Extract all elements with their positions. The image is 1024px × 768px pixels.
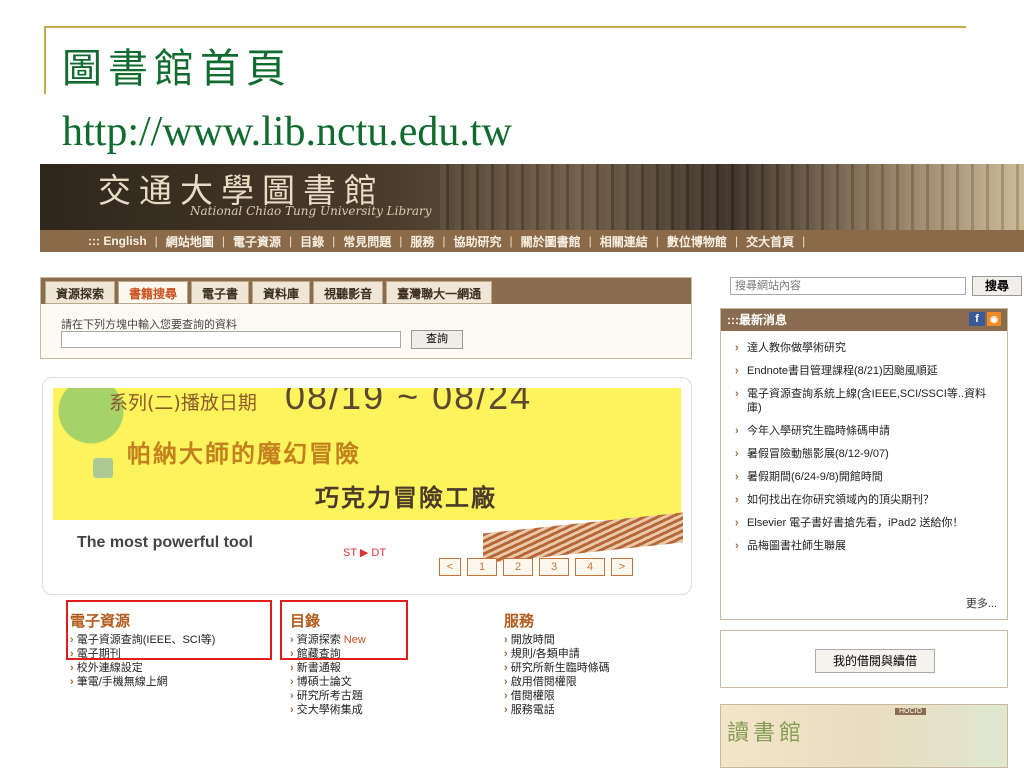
- nav-separator: |: [802, 234, 806, 248]
- slide-top-rule: [44, 26, 966, 28]
- query-button[interactable]: 查詢: [411, 330, 463, 349]
- banner-subtitle: National Chiao Tung University Library: [190, 204, 432, 218]
- nav-item-links[interactable]: 相關連結: [600, 233, 648, 250]
- books-image: [483, 512, 683, 564]
- nav-item-sitemap[interactable]: 網站地圖: [166, 233, 214, 250]
- nav-item-english[interactable]: ::: English: [88, 234, 147, 248]
- tab-ebooks[interactable]: 電子書: [191, 281, 250, 304]
- slideshow-pager: < 1 2 3 4 >: [439, 558, 633, 576]
- borrow-panel: 我的借閱與續借: [720, 630, 1008, 688]
- nav-item-digital-museum[interactable]: 數位博物館: [667, 233, 727, 250]
- news-item[interactable]: 品梅圖書社師生聯展: [735, 539, 999, 553]
- promo-subheadline: 巧克力冒險工廠: [315, 485, 497, 512]
- nav-separator: |: [442, 234, 446, 248]
- top-navigation: ::: English | 網站地圖 | 電子資源 | 目錄 | 常見問題 | …: [40, 230, 1024, 252]
- news-panel: :::最新消息 f ◉ 達人教你做學術研究 Endnote書目管理課程(8/21…: [720, 308, 1008, 620]
- nav-item-nctu-home[interactable]: 交大首頁: [746, 233, 794, 250]
- nav-item-services[interactable]: 服務: [410, 233, 434, 250]
- site-banner: 交通大學圖書館 National Chiao Tung University L…: [40, 164, 1024, 230]
- rss-icon[interactable]: ◉: [987, 312, 1001, 326]
- tab-discovery[interactable]: 資源探索: [45, 281, 116, 304]
- tab-union-catalog[interactable]: 臺灣聯大一網通: [386, 281, 493, 304]
- news-item[interactable]: 如何找出在你研究領域內的頂尖期刊？: [735, 493, 999, 507]
- nav-separator: |: [734, 234, 739, 248]
- slide-title: 圖書館首頁: [62, 46, 292, 92]
- news-item[interactable]: 今年入學研究生臨時條碼申請: [735, 424, 999, 438]
- search-tabs: 資源探索 書籍搜尋 電子書 資料庫 視聽影音 臺灣聯大一網通: [41, 278, 691, 304]
- tab-audiovisual[interactable]: 視聽影音: [313, 281, 384, 304]
- link-off-campus-access[interactable]: 校外連線設定: [70, 661, 215, 675]
- slide-tagline: The most powerful tool: [77, 534, 253, 551]
- my-borrowing-button[interactable]: 我的借閱與續借: [815, 649, 935, 673]
- news-more-link[interactable]: 更多...: [966, 595, 997, 611]
- news-item[interactable]: Elsevier 電子書好書搶先看，iPad2 送給你！: [735, 516, 999, 530]
- news-social-icons: f ◉: [969, 312, 1001, 326]
- nav-separator: |: [154, 234, 158, 248]
- slide-left-rule: [44, 26, 46, 94]
- search-panel: 資源探索 書籍搜尋 電子書 資料庫 視聽影音 臺灣聯大一網通 請在下列方塊中輸入…: [40, 277, 692, 359]
- promo-series-label: 系列(二)播放日期: [109, 392, 257, 414]
- featured-slideshow: 系列(二)播放日期 08/19 ~ 08/24 帕納大師的魔幻冒險 巧克力冒險工…: [42, 377, 692, 595]
- pager-prev-button[interactable]: <: [439, 558, 461, 576]
- book-search-input[interactable]: [61, 331, 401, 348]
- slide-url: http://www.lib.nctu.edu.tw: [62, 109, 512, 155]
- link-activate-borrowing[interactable]: 啟用借閱權限: [504, 675, 610, 689]
- news-item[interactable]: 電子資源查詢系統上線(含IEEE,SCI/SSCI等..資料庫): [735, 387, 999, 415]
- search-hint: 請在下列方塊中輸入您要查詢的資料: [61, 319, 237, 331]
- nav-item-about[interactable]: 關於圖書館: [521, 233, 581, 250]
- nav-item-faq[interactable]: 常見問題: [343, 233, 391, 250]
- promo-decoration: [93, 458, 113, 478]
- news-item[interactable]: Endnote書目管理課程(8/21)因颱風順延: [735, 364, 999, 378]
- services-column: 服務 開放時間 規則/各類申請 研究所新生臨時條碼 啟用借閱權限 借閱權限 服務…: [504, 610, 610, 717]
- promo-headline: 帕納大師的魔幻冒險: [127, 441, 361, 468]
- nav-separator: |: [655, 234, 659, 248]
- link-academic-repository[interactable]: 交大學術集成: [290, 703, 366, 717]
- nav-separator: |: [509, 234, 513, 248]
- red-highlight-box-e-resources: [66, 600, 272, 660]
- pager-page-1[interactable]: 1: [467, 558, 497, 576]
- pager-page-4[interactable]: 4: [575, 558, 605, 576]
- link-borrowing-rights[interactable]: 借閱權限: [504, 689, 610, 703]
- nav-separator: |: [399, 234, 403, 248]
- calligraphy-art: 讀書館: [727, 720, 806, 745]
- red-highlight-box-catalog: [280, 600, 408, 660]
- promo-banner[interactable]: 系列(二)播放日期 08/19 ~ 08/24 帕納大師的魔幻冒險 巧克力冒險工…: [53, 388, 681, 520]
- nav-item-research-support[interactable]: 協助研究: [454, 233, 502, 250]
- thumb-label: HOCIO: [895, 708, 926, 715]
- link-rules-applications[interactable]: 規則/各類申請: [504, 647, 610, 661]
- nav-separator: |: [288, 234, 293, 248]
- nav-separator: |: [221, 234, 225, 248]
- services-heading[interactable]: 服務: [504, 610, 610, 631]
- library-website-screenshot: 交通大學圖書館 National Chiao Tung University L…: [40, 164, 1024, 768]
- pager-next-button[interactable]: >: [611, 558, 633, 576]
- facebook-icon[interactable]: f: [969, 312, 985, 326]
- pager-page-3[interactable]: 3: [539, 558, 569, 576]
- site-search-input[interactable]: 搜尋網站內容: [730, 277, 966, 295]
- news-item[interactable]: 暑假冒險動態影展(8/12-9/07): [735, 447, 999, 461]
- nav-separator: |: [332, 234, 336, 248]
- promo-dates: 08/19 ~ 08/24: [285, 388, 533, 417]
- link-new-books[interactable]: 新書通報: [290, 661, 366, 675]
- news-heading-label: :::最新消息: [727, 313, 787, 327]
- bookshelf-image: [440, 164, 1024, 230]
- news-heading: :::最新消息 f ◉: [721, 309, 1007, 331]
- promo-thumbnail[interactable]: 讀書館 HOCIO: [720, 704, 1008, 768]
- news-item[interactable]: 達人教你做學術研究: [735, 341, 999, 355]
- site-search-button[interactable]: 搜尋: [972, 276, 1022, 296]
- slide-ribbon: ST ▶ DT: [343, 547, 387, 559]
- nav-item-e-resources[interactable]: 電子資源: [233, 233, 281, 250]
- pager-page-2[interactable]: 2: [503, 558, 533, 576]
- tab-book-search[interactable]: 書籍搜尋: [118, 281, 189, 304]
- link-theses[interactable]: 博碩士論文: [290, 675, 366, 689]
- nav-item-catalog[interactable]: 目錄: [300, 233, 324, 250]
- nav-separator: |: [588, 234, 592, 248]
- link-opening-hours[interactable]: 開放時間: [504, 633, 610, 647]
- link-past-exams[interactable]: 研究所考古題: [290, 689, 366, 703]
- link-temp-barcode[interactable]: 研究所新生臨時條碼: [504, 661, 610, 675]
- news-item[interactable]: 暑假期間(6/24-9/8)開館時間: [735, 470, 999, 484]
- link-wireless[interactable]: 筆電/手機無線上網: [70, 675, 215, 689]
- tab-databases[interactable]: 資料庫: [252, 281, 311, 304]
- link-service-phone[interactable]: 服務電話: [504, 703, 610, 717]
